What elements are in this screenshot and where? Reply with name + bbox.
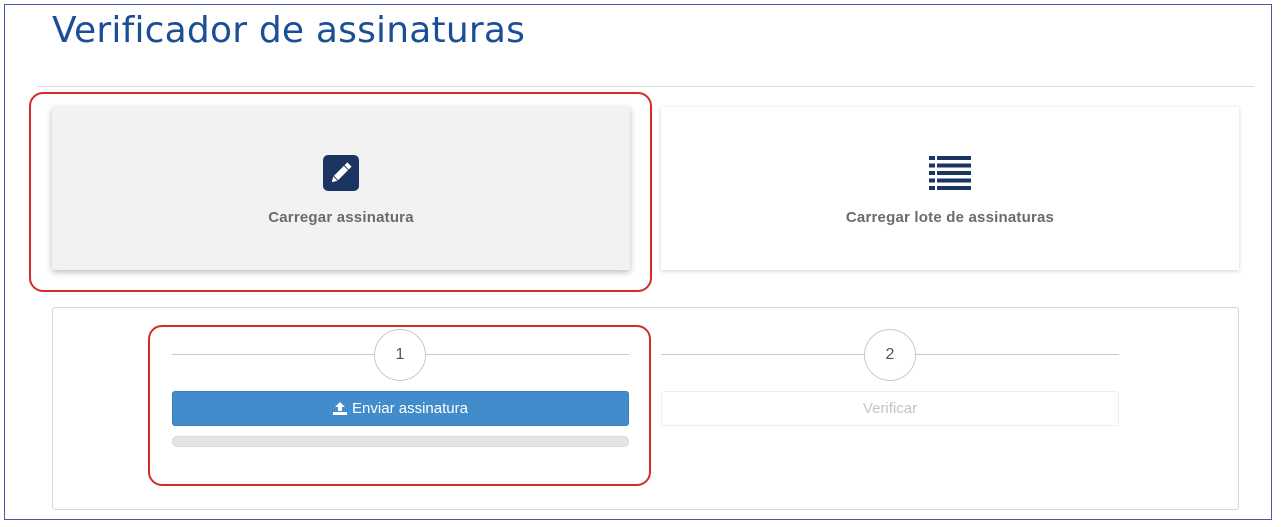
upload-batch-label: Carregar lote de assinaturas [845,209,1055,226]
page-title: Verificador de assinaturas [52,10,526,51]
verify-button[interactable]: Verificar [661,391,1119,426]
step-2-indicator: 2 [864,329,916,381]
send-signature-button[interactable]: Enviar assinatura [172,391,629,426]
step-1-indicator: 1 [374,329,426,381]
send-signature-label: Enviar assinatura [352,400,468,417]
upload-signature-label: Carregar assinatura [268,209,414,226]
pencil-square-icon [323,155,359,191]
list-icon [929,155,971,191]
title-divider [37,86,1254,87]
upload-batch-card[interactable]: Carregar lote de assinaturas [661,107,1239,270]
upload-signature-card[interactable]: Carregar assinatura [52,107,630,270]
upload-icon [333,402,348,415]
upload-progress-bar [172,436,629,447]
